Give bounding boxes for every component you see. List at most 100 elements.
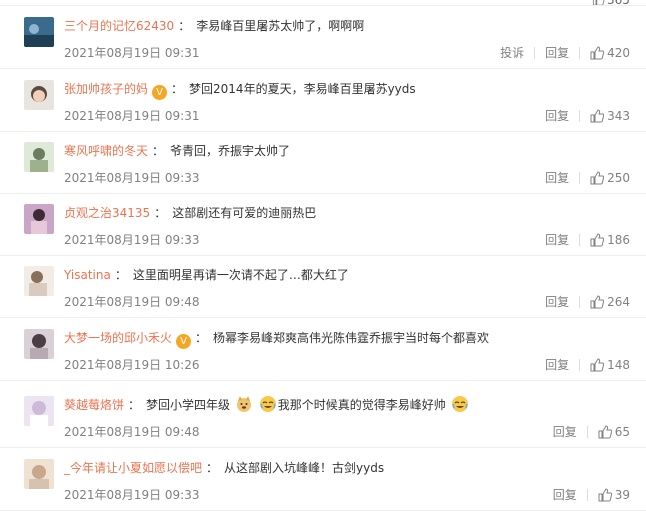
like-button[interactable]: 65 — [598, 423, 630, 441]
thumbs-up-icon — [590, 171, 605, 185]
comment-actions: 投诉 回复 420 — [500, 44, 630, 62]
comment-text: 梦回小学四年级 — [146, 398, 231, 412]
username[interactable]: _今年请让小夏如愿以偿吧 — [64, 461, 202, 475]
comment-content: _今年请让小夏如愿以偿吧 ： 从这部剧入坑峰峰！古剑yyds — [64, 458, 626, 478]
thumbs-up-icon — [590, 233, 605, 247]
comment-content: 三个月的记忆62430 ： 李易峰百里屠苏太帅了，啊啊啊 — [64, 16, 626, 36]
comment-item: 大梦一场的邱小禾火 V： 杨幂李易峰郑爽高伟光陈伟霆乔振宇当时每个都喜欢 2021年… — [0, 318, 646, 381]
username[interactable]: 张加帅孩子的妈 — [64, 82, 148, 96]
timestamp: 2021年08月19日 09:33 — [64, 233, 200, 247]
divider — [534, 47, 536, 59]
thumbs-up-icon — [590, 109, 605, 123]
timestamp: 2021年08月19日 09:48 — [64, 425, 200, 439]
like-count: 39 — [614, 488, 630, 502]
colon: ： — [206, 461, 219, 475]
comment-meta: 2021年08月19日 10:26 回复 148 — [64, 356, 630, 374]
colon: ： — [171, 82, 184, 96]
divider — [579, 47, 581, 59]
like-count: 420 — [607, 46, 630, 60]
comment-actions: 回复 250 — [545, 169, 630, 187]
comment-content: 贞观之治34135 ： 这部剧还有可爱的迪丽热巴 — [64, 203, 626, 223]
avatar[interactable] — [24, 266, 54, 296]
avatar[interactable] — [24, 396, 54, 426]
timestamp: 2021年08月19日 09:31 — [64, 46, 200, 60]
like-count: 264 — [607, 295, 630, 309]
comment-actions: 回复 264 — [545, 293, 630, 311]
comment-text: 这里面明星再请一次请不起了…都大红了 — [132, 268, 349, 282]
avatar[interactable] — [24, 17, 54, 47]
laugh-cry-emoji-icon — [259, 395, 277, 413]
comment-item: Yisatina： 这里面明星再请一次请不起了…都大红了 2021年08月19日 … — [0, 255, 646, 318]
timestamp: 2021年08月19日 09:31 — [64, 109, 200, 123]
reply-button[interactable]: 回复 — [545, 231, 569, 249]
like-count: 148 — [607, 358, 630, 372]
avatar[interactable] — [24, 142, 54, 172]
comment-meta: 2021年08月19日 09:33 回复 250 — [64, 169, 630, 187]
like-count: 250 — [607, 171, 630, 185]
username[interactable]: 贞观之治34135 — [64, 206, 150, 220]
comment-content: 大梦一场的邱小禾火 V： 杨幂李易峰郑爽高伟光陈伟霆乔振宇当时每个都喜欢 — [64, 328, 626, 349]
colon: ： — [154, 206, 167, 220]
comment-text: 我那个时候真的觉得李易峰好帅 — [277, 398, 446, 412]
username[interactable]: Yisatina — [64, 268, 111, 282]
reply-button[interactable]: 回复 — [545, 356, 569, 374]
reply-button[interactable]: 回复 — [553, 423, 577, 441]
comment-meta: 2021年08月19日 09:31 回复 343 — [64, 107, 630, 125]
timestamp: 2021年08月19日 10:26 — [64, 358, 200, 372]
colon: ： — [128, 398, 141, 412]
thumbs-up-icon — [590, 295, 605, 309]
comment-actions: 回复 65 — [553, 423, 630, 441]
avatar[interactable] — [24, 204, 54, 234]
reply-button[interactable]: 回复 — [545, 169, 569, 187]
username[interactable]: 大梦一场的邱小禾火 — [64, 331, 172, 345]
divider — [579, 110, 581, 122]
like-button[interactable]: 264 — [590, 293, 630, 311]
divider — [579, 359, 581, 371]
comment-text: 杨幂李易峰郑爽高伟光陈伟霆乔振宇当时每个都喜欢 — [213, 331, 490, 345]
like-count: 343 — [607, 109, 630, 123]
verified-badge-icon: V — [176, 334, 192, 349]
like-button[interactable]: 39 — [598, 486, 630, 504]
comment-content: 寒风呼啸的冬天 ： 爷青回，乔振宇太帅了 — [64, 141, 626, 161]
divider — [586, 426, 588, 438]
divider — [579, 296, 581, 308]
comment-meta: 2021年08月19日 09:48 回复 65 — [64, 423, 630, 441]
timestamp: 2021年08月19日 09:33 — [64, 171, 200, 185]
report-button[interactable]: 投诉 — [500, 44, 524, 62]
like-button[interactable]: 148 — [590, 356, 630, 374]
avatar[interactable] — [24, 459, 54, 489]
reply-button[interactable]: 回复 — [545, 44, 569, 62]
colon: ： — [114, 268, 127, 282]
comment-text: 从这部剧入坑峰峰！古剑yyds — [224, 461, 385, 475]
comment-text: 爷青回，乔振宇太帅了 — [170, 144, 291, 158]
avatar[interactable] — [24, 80, 54, 110]
thumbs-up-icon — [590, 46, 605, 60]
like-button[interactable]: 186 — [590, 231, 630, 249]
like-button[interactable]: 343 — [590, 107, 630, 125]
comment-item: _今年请让小夏如愿以偿吧 ： 从这部剧入坑峰峰！古剑yyds 2021年08月19日… — [0, 448, 646, 511]
comment-item: 三个月的记忆62430 ： 李易峰百里屠苏太帅了，啊啊啊 2021年08月19日 0… — [0, 6, 646, 69]
comment-content: Yisatina： 这里面明星再请一次请不起了…都大红了 — [64, 265, 626, 285]
comment-text: 这部剧还有可爱的迪丽热巴 — [172, 206, 317, 220]
comment-actions: 回复 39 — [553, 486, 630, 504]
reply-button[interactable]: 回复 — [545, 107, 569, 125]
colon: ： — [152, 144, 165, 158]
comment-actions: 回复 186 — [545, 231, 630, 249]
username[interactable]: 寒风呼啸的冬天 — [64, 144, 148, 158]
reply-button[interactable]: 回复 — [545, 293, 569, 311]
laugh-cry-emoji-icon — [451, 395, 469, 413]
comment-text: 梦回2014年的夏天，李易峰百里屠苏yyds — [189, 82, 416, 96]
comment-content: 葵越莓烙饼 ： 梦回小学四年级 我那个时候真的觉得李易峰好帅 — [64, 395, 626, 415]
comment-actions: 回复 343 — [545, 107, 630, 125]
like-count: 65 — [614, 425, 630, 439]
doge-emoji-icon — [235, 395, 253, 413]
username[interactable]: 三个月的记忆62430 — [64, 19, 174, 33]
username[interactable]: 葵越莓烙饼 — [64, 398, 124, 412]
like-button[interactable]: 250 — [590, 169, 630, 187]
comment-meta: 2021年08月19日 09:33 回复 39 — [64, 486, 630, 504]
reply-button[interactable]: 回复 — [553, 486, 577, 504]
comment-item: 寒风呼啸的冬天 ： 爷青回，乔振宇太帅了 2021年08月19日 09:33 回复 … — [0, 131, 646, 194]
verified-badge-icon: V — [152, 85, 168, 100]
avatar[interactable] — [24, 329, 54, 359]
like-button[interactable]: 420 — [590, 44, 630, 62]
